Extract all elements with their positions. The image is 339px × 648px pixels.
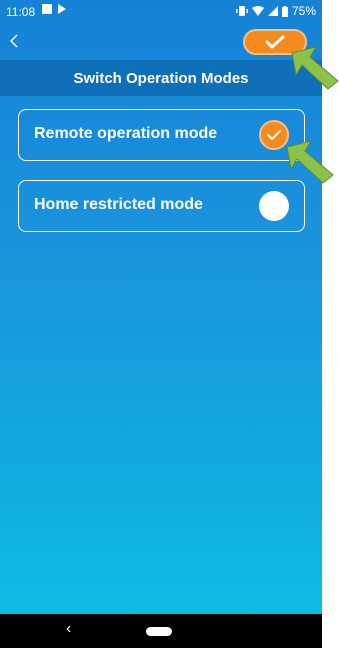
page-title: Switch Operation Modes xyxy=(73,69,249,87)
vibrate-icon xyxy=(235,6,248,16)
status-bar: 11:08 75% xyxy=(0,0,322,24)
system-nav-bar: ‹ xyxy=(0,614,322,648)
checkmark-icon xyxy=(267,130,281,140)
mode-option-home-restricted[interactable]: Home restricted mode xyxy=(18,180,305,232)
image-notification-icon xyxy=(42,4,52,14)
notification-icons xyxy=(42,4,66,14)
radio-unselected-icon[interactable] xyxy=(259,191,289,221)
wifi-icon xyxy=(251,5,264,16)
status-time: 11:08 xyxy=(6,5,36,19)
page-title-bar: Switch Operation Modes xyxy=(0,60,322,96)
pointer-arrow-icon xyxy=(291,46,339,90)
play-notification-icon xyxy=(58,4,66,14)
signal-icon xyxy=(267,6,278,16)
pointer-arrow-icon xyxy=(286,140,334,184)
mode-option-label: Home restricted mode xyxy=(34,196,203,213)
mode-option-label: Remote operation mode xyxy=(34,125,218,142)
mode-option-remote[interactable]: Remote operation mode xyxy=(18,109,305,161)
battery-icon xyxy=(281,5,288,17)
battery-percent: 75% xyxy=(291,4,316,18)
nav-home-pill-icon[interactable] xyxy=(146,627,172,636)
system-icons: 75% xyxy=(235,4,316,18)
phone-screen: 11:08 75% Switch Operation Modes Remote … xyxy=(0,0,322,648)
chevron-left-icon xyxy=(9,34,18,48)
checkmark-icon xyxy=(265,35,285,49)
nav-back-icon[interactable]: ‹ xyxy=(66,620,71,638)
back-button[interactable] xyxy=(8,30,32,54)
